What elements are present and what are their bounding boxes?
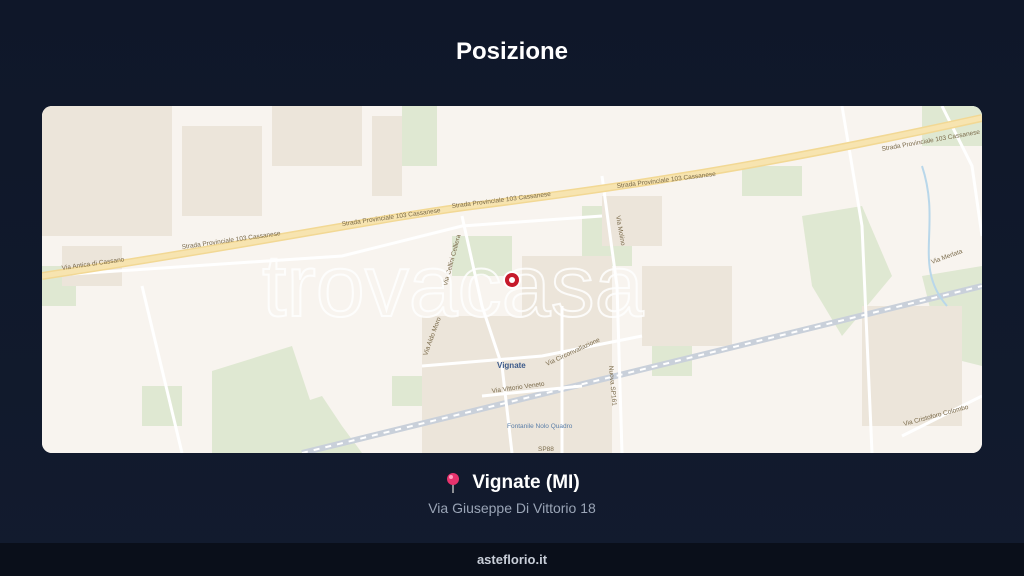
location-city: Vignate (MI)	[472, 472, 580, 493]
page-title: Posizione	[455, 38, 569, 65]
location-address: Via Giuseppe Di Vittorio 18	[428, 500, 596, 516]
place-label-fontanile: Fontanile Nolo Quadro	[507, 423, 573, 430]
map-pin-icon	[447, 473, 460, 493]
map-canvas[interactable]: Via Antica di Cassano Strada Provinciale…	[42, 106, 982, 453]
place-label-vignate: Vignate	[497, 361, 526, 370]
location-title-row: Vignate (MI)	[0, 472, 1024, 494]
road-label: SP88	[538, 446, 554, 453]
location-marker-icon[interactable]	[503, 271, 521, 289]
map-view[interactable]: Via Antica di Cassano Strada Provinciale…	[42, 106, 982, 453]
footer-site-link[interactable]: asteflorio.it	[0, 543, 1024, 576]
watermark-logo: trovacasa	[262, 236, 644, 335]
